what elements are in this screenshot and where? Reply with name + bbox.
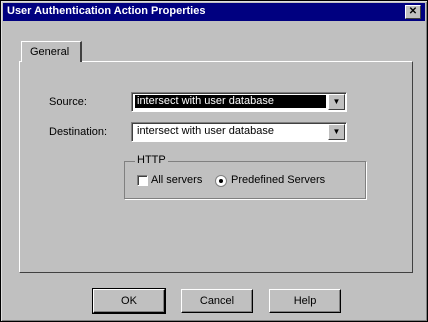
- source-combobox[interactable]: intersect with user database ▼: [131, 92, 347, 112]
- title-bar[interactable]: User Authentication Action Properties ✕: [3, 3, 425, 21]
- predefined-servers-label[interactable]: Predefined Servers: [231, 174, 325, 186]
- http-group-title: HTTP: [135, 154, 168, 166]
- tab-general[interactable]: General: [21, 41, 82, 62]
- destination-combobox[interactable]: intersect with user database ▼: [131, 122, 347, 142]
- combo-arrow-icon[interactable]: ▼: [328, 124, 345, 140]
- properties-dialog: User Authentication Action Properties ✕ …: [0, 0, 428, 322]
- destination-value: intersect with user database: [137, 125, 274, 137]
- all-servers-label[interactable]: All servers: [151, 174, 202, 186]
- http-groupbox: HTTP All servers Predefined Servers: [124, 154, 366, 199]
- predefined-servers-radio[interactable]: [215, 175, 227, 187]
- destination-label: Destination:: [49, 126, 108, 138]
- source-label: Source:: [49, 96, 87, 108]
- ok-button[interactable]: OK: [92, 288, 166, 314]
- close-icon[interactable]: ✕: [405, 5, 421, 19]
- all-servers-checkbox[interactable]: [137, 175, 148, 186]
- combo-arrow-icon[interactable]: ▼: [328, 94, 345, 110]
- cancel-button[interactable]: Cancel: [181, 289, 253, 313]
- tab-general-label: General: [30, 46, 70, 58]
- window-title: User Authentication Action Properties: [7, 5, 206, 17]
- source-value: intersect with user database: [135, 95, 326, 108]
- help-button[interactable]: Help: [269, 289, 341, 313]
- radio-dot-icon: [219, 179, 223, 183]
